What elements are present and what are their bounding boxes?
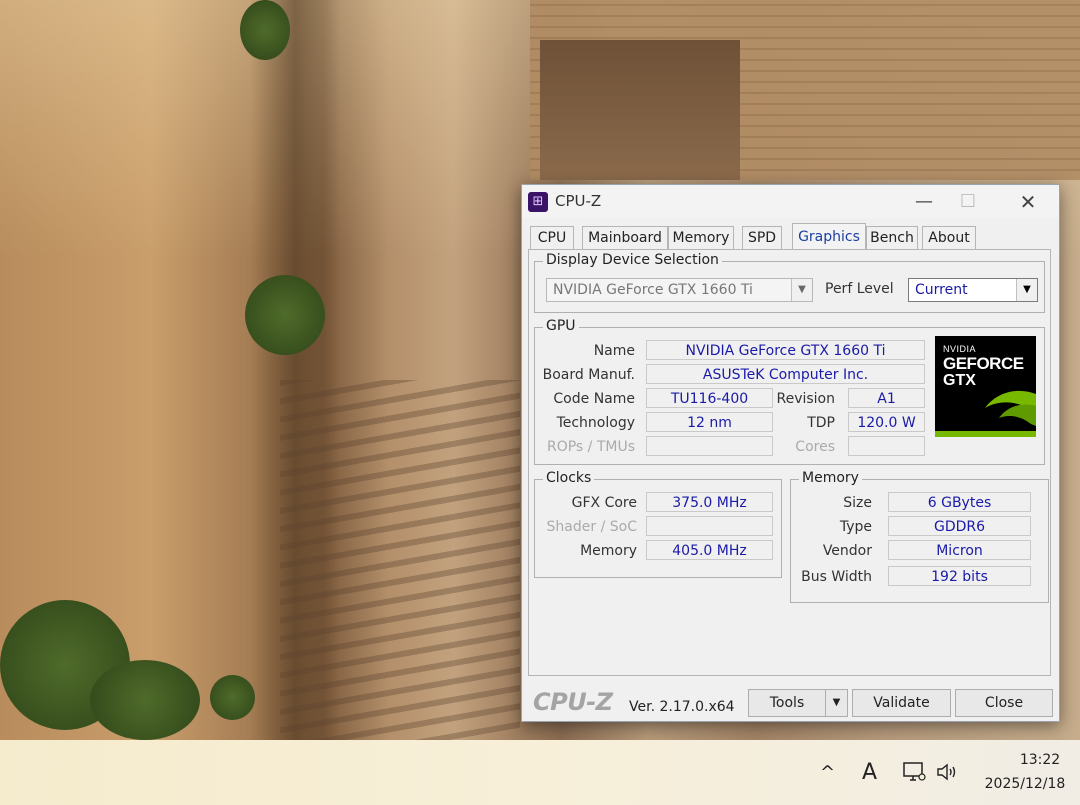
geforce-gtx-logo: NVIDIA GEFORCE GTX — [935, 336, 1036, 437]
chevron-down-icon: ▼ — [791, 279, 812, 301]
nvidia-swirl-icon — [935, 390, 1036, 437]
gpu-name-value: NVIDIA GeForce GTX 1660 Ti — [646, 340, 925, 360]
cpuz-chip-icon: ⊞ — [528, 192, 548, 212]
graphics-tab-panel: Display Device Selection NVIDIA GeForce … — [528, 249, 1051, 676]
network-icon[interactable] — [902, 760, 926, 790]
tdp-label: TDP — [807, 415, 835, 431]
ime-indicator[interactable]: A — [862, 760, 877, 785]
chevron-down-icon: ▼ — [1016, 279, 1037, 301]
tools-button[interactable]: Tools — [748, 689, 826, 717]
minimize-button[interactable]: — — [902, 187, 946, 217]
clocks-group: Clocks GFX Core 375.0 MHz Shader / SoC M… — [534, 470, 782, 578]
shader-soc-value — [646, 516, 773, 536]
wallpaper-bush — [240, 0, 290, 60]
wallpaper-bridge-shadow — [540, 40, 740, 180]
chevron-down-icon: ▼ — [832, 697, 841, 708]
show-hidden-icons-chevron-icon[interactable]: ^ — [820, 762, 835, 783]
title-bar[interactable]: ⊞ CPU-Z — ☐ ✕ — [522, 185, 1059, 218]
memory-size-value: 6 GBytes — [888, 492, 1031, 512]
revision-value: A1 — [848, 388, 925, 408]
code-name-label: Code Name — [553, 391, 635, 407]
cpuz-footer-logo: CPU-Z — [533, 688, 613, 716]
code-name-value: TU116-400 — [646, 388, 773, 408]
memory-size-label: Size — [843, 495, 872, 511]
gfx-core-label: GFX Core — [571, 495, 637, 511]
maximize-button[interactable]: ☐ — [946, 187, 990, 217]
tab-about[interactable]: About — [922, 226, 976, 249]
board-manuf-label: Board Manuf. — [542, 367, 635, 383]
group-title: Memory — [799, 470, 862, 486]
tab-graphics[interactable]: Graphics — [792, 223, 866, 250]
revision-label: Revision — [776, 391, 835, 407]
tab-memory[interactable]: Memory — [668, 226, 734, 249]
wallpaper-bush — [210, 675, 255, 720]
board-manuf-value: ASUSTeK Computer Inc. — [646, 364, 925, 384]
gfx-core-value: 375.0 MHz — [646, 492, 773, 512]
memory-type-label: Type — [839, 519, 872, 535]
memory-vendor-value: Micron — [888, 540, 1031, 560]
display-device-value: NVIDIA GeForce GTX 1660 Ti — [553, 282, 753, 298]
perf-level-label: Perf Level — [825, 281, 894, 297]
tab-spd[interactable]: SPD — [742, 226, 782, 249]
rops-tmus-value — [646, 436, 773, 456]
clock-memory-value: 405.0 MHz — [646, 540, 773, 560]
validate-button[interactable]: Validate — [852, 689, 951, 717]
tab-mainboard[interactable]: Mainboard — [582, 226, 668, 249]
wallpaper-bush — [90, 660, 200, 740]
technology-value: 12 nm — [646, 412, 773, 432]
memory-type-value: GDDR6 — [888, 516, 1031, 536]
group-title: Display Device Selection — [543, 252, 722, 268]
wallpaper-bush — [245, 275, 325, 355]
tools-dropdown-button[interactable]: ▼ — [825, 689, 848, 717]
taskbar: ^ A 13:22 2025/12/18 — [0, 740, 1080, 805]
tab-cpu[interactable]: CPU — [530, 226, 574, 249]
clock-memory-label: Memory — [580, 543, 637, 559]
display-device-selection-group: Display Device Selection NVIDIA GeForce … — [534, 252, 1045, 313]
perf-level-dropdown[interactable]: Current ▼ — [908, 278, 1038, 302]
wallpaper-wall — [280, 380, 520, 740]
window-title: CPU-Z — [555, 192, 602, 210]
close-button[interactable]: Close — [955, 689, 1053, 717]
group-title: GPU — [543, 318, 579, 334]
memory-group: Memory Size 6 GBytes Type GDDR6 Vendor M… — [790, 470, 1049, 603]
cores-value — [848, 436, 925, 456]
tdp-value: 120.0 W — [848, 412, 925, 432]
clock-time[interactable]: 13:22 — [1010, 752, 1070, 768]
clock-date[interactable]: 2025/12/18 — [975, 776, 1075, 792]
bus-width-value: 192 bits — [888, 566, 1031, 586]
technology-label: Technology — [556, 415, 635, 431]
display-device-dropdown[interactable]: NVIDIA GeForce GTX 1660 Ti ▼ — [546, 278, 813, 302]
gpu-name-label: Name — [593, 343, 635, 359]
version-label: Ver. 2.17.0.x64 — [629, 699, 735, 715]
group-title: Clocks — [543, 470, 595, 486]
cores-label: Cores — [795, 439, 835, 455]
bus-width-label: Bus Width — [801, 569, 872, 585]
volume-icon[interactable] — [935, 762, 959, 788]
memory-vendor-label: Vendor — [822, 543, 872, 559]
perf-level-value: Current — [915, 282, 968, 298]
tab-bench[interactable]: Bench — [866, 226, 918, 249]
cpuz-window: ⊞ CPU-Z — ☐ ✕ CPU Mainboard Memory SPD G… — [521, 184, 1060, 722]
shader-soc-label: Shader / SoC — [546, 519, 637, 535]
rops-tmus-label: ROPs / TMUs — [546, 439, 635, 455]
close-window-button[interactable]: ✕ — [1006, 187, 1050, 217]
